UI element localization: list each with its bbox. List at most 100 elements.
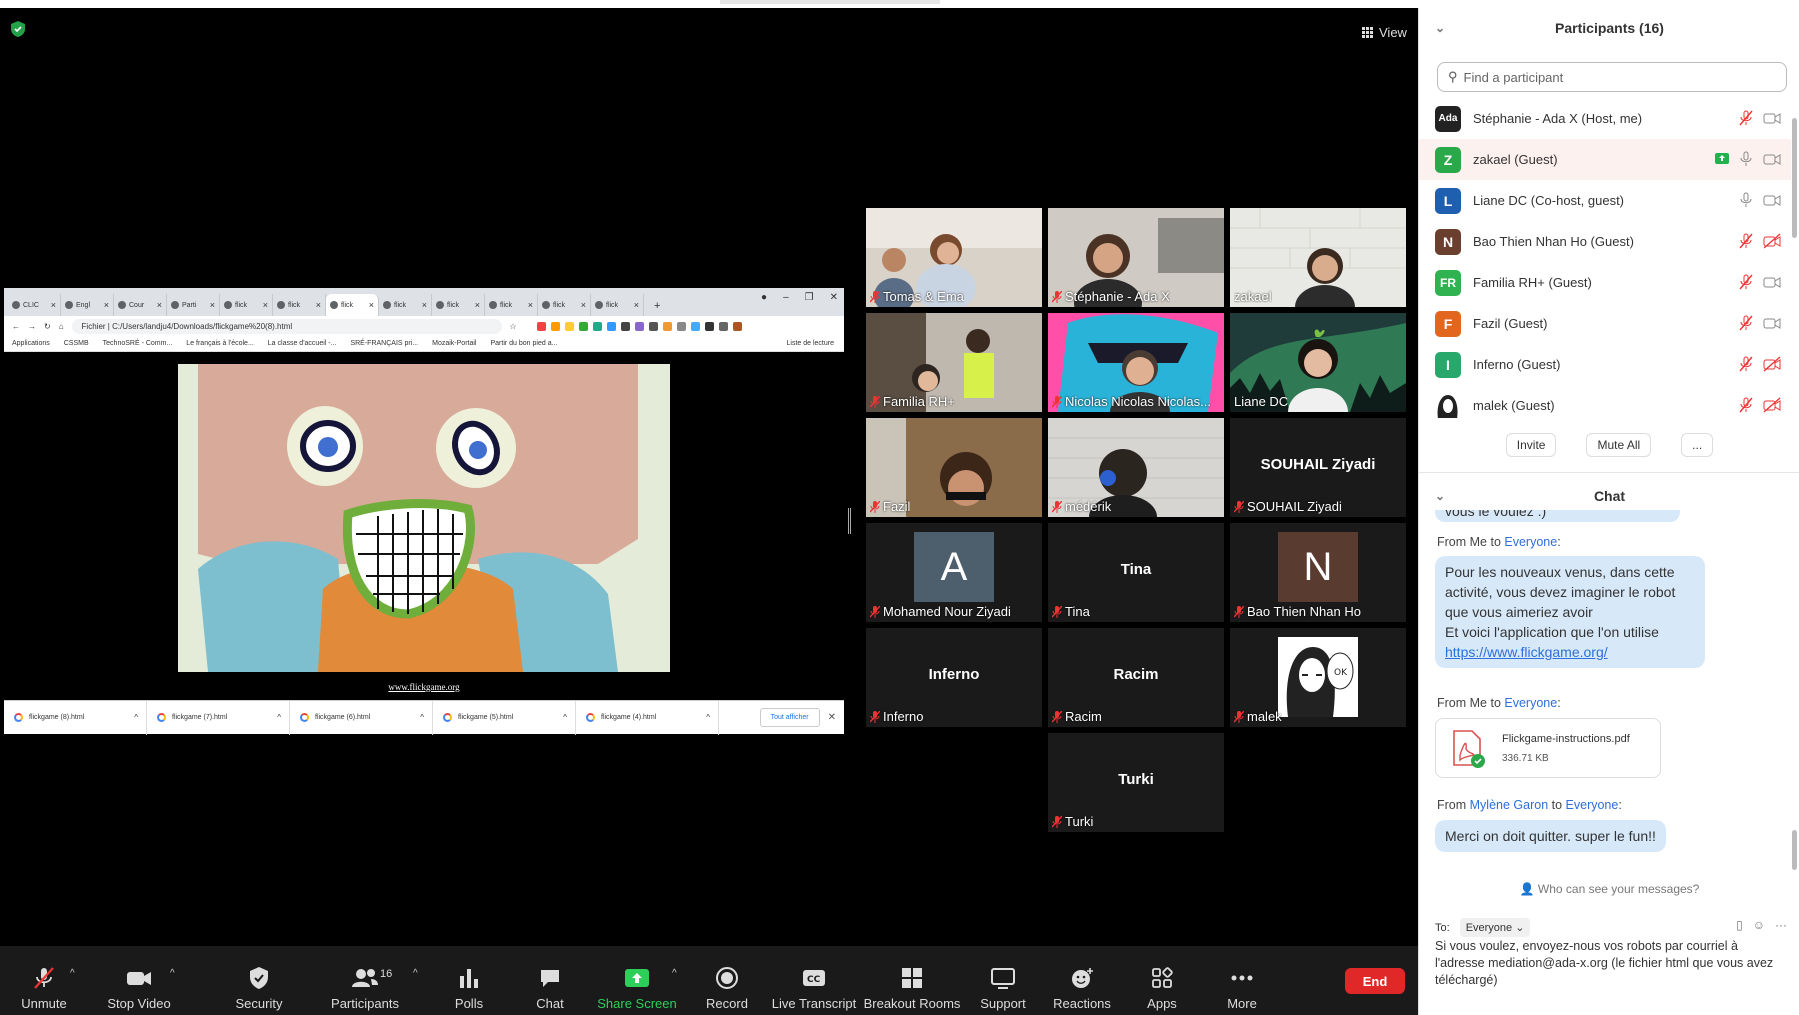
participant-row[interactable]: Z zakael (Guest) bbox=[1419, 139, 1791, 180]
url-field[interactable]: Fichier | C:/Users/landju4/Downloads/fli… bbox=[71, 318, 502, 334]
browser-tab[interactable]: flick × bbox=[591, 294, 644, 316]
browser-tab[interactable]: CLIC × bbox=[8, 294, 61, 316]
security-button[interactable]: Security bbox=[234, 946, 284, 1015]
apps-button[interactable]: Apps bbox=[1146, 946, 1178, 1015]
browser-tab[interactable]: flick × bbox=[538, 294, 591, 316]
support-button[interactable]: Support bbox=[978, 946, 1028, 1015]
chevron-up-icon[interactable]: ^ bbox=[134, 713, 138, 722]
collapse-chevron-down-icon[interactable]: ⌄ bbox=[1435, 21, 1445, 35]
chevron-up-icon[interactable]: ^ bbox=[563, 713, 567, 722]
mic-muted-icon[interactable] bbox=[1739, 110, 1753, 126]
download-item[interactable]: flickgame (8).html ^ bbox=[4, 700, 147, 735]
video-camera-icon[interactable] bbox=[1763, 151, 1781, 167]
mute-all-button[interactable]: Mute All bbox=[1586, 433, 1652, 457]
video-off-icon[interactable] bbox=[1763, 233, 1781, 249]
video-tile[interactable]: OK malek bbox=[1230, 628, 1406, 727]
bookmark[interactable]: CSSMB bbox=[64, 340, 89, 347]
participant-row[interactable]: Ada Stéphanie - Ada X (Host, me) bbox=[1419, 98, 1791, 139]
bookmark[interactable]: SRÉ-FRANÇAIS pri... bbox=[350, 340, 418, 347]
mic-muted-icon[interactable] bbox=[1739, 397, 1753, 413]
download-item[interactable]: flickgame (6).html ^ bbox=[290, 700, 433, 735]
flickgame-chat-link[interactable]: https://www.flickgame.org/ bbox=[1445, 644, 1608, 660]
back-icon[interactable]: ← bbox=[12, 322, 20, 331]
video-tile[interactable]: Familia RH+ bbox=[866, 313, 1042, 412]
video-tile-active-speaker[interactable]: Liane DC bbox=[1230, 313, 1406, 412]
polls-button[interactable]: Polls bbox=[449, 946, 489, 1015]
file-icon[interactable]: ▯ bbox=[1736, 918, 1743, 932]
live-transcript-button[interactable]: CC Live Transcript bbox=[772, 946, 856, 1015]
bookmark[interactable]: La classe d'accueil -... bbox=[268, 340, 337, 347]
browser-tab[interactable]: Engl × bbox=[61, 294, 114, 316]
close-window-icon[interactable]: ✕ bbox=[830, 292, 838, 303]
browser-tab[interactable]: Parti × bbox=[167, 294, 220, 316]
video-tile[interactable]: Racim Racim bbox=[1048, 628, 1224, 727]
breakout-rooms-button[interactable]: Breakout Rooms bbox=[864, 946, 960, 1015]
close-icon[interactable]: × bbox=[263, 300, 268, 310]
share-screen-button[interactable]: Share Screen bbox=[597, 946, 677, 1015]
video-off-icon[interactable] bbox=[1763, 397, 1781, 413]
forward-icon[interactable]: → bbox=[28, 322, 36, 331]
video-tile[interactable]: médérik bbox=[1048, 418, 1224, 517]
show-all-downloads-button[interactable]: Tout afficher bbox=[759, 708, 820, 727]
audio-options-chevron-up-icon[interactable]: ^ bbox=[70, 968, 75, 979]
video-tile[interactable]: Tomas & Ema bbox=[866, 208, 1042, 307]
video-tile[interactable]: Inferno Inferno bbox=[866, 628, 1042, 727]
video-tile[interactable]: N Bao Thien Nhan Ho bbox=[1230, 523, 1406, 622]
close-icon[interactable]: × bbox=[634, 300, 639, 310]
more-button[interactable]: More bbox=[1224, 946, 1260, 1015]
profile-icon[interactable]: ● bbox=[761, 292, 767, 303]
participant-row[interactable]: F Fazil (Guest) bbox=[1419, 303, 1791, 344]
file-attachment[interactable]: Flickgame-instructions.pdf 336.71 KB bbox=[1435, 718, 1661, 778]
video-camera-icon[interactable] bbox=[1763, 315, 1781, 331]
star-icon[interactable]: ☆ bbox=[510, 322, 517, 331]
browser-tab[interactable]: Cour × bbox=[114, 294, 167, 316]
emoji-icon[interactable]: ☺ bbox=[1753, 918, 1765, 932]
close-icon[interactable]: × bbox=[51, 300, 56, 310]
video-tile[interactable]: zakael bbox=[1230, 208, 1406, 307]
mic-muted-icon[interactable] bbox=[1739, 233, 1753, 249]
mic-muted-icon[interactable] bbox=[1739, 315, 1753, 331]
video-tile[interactable]: Fazil bbox=[866, 418, 1042, 517]
mic-muted-icon[interactable] bbox=[1739, 356, 1753, 372]
encryption-shield-icon[interactable] bbox=[10, 20, 26, 38]
invite-button[interactable]: Invite bbox=[1505, 433, 1557, 457]
browser-tab[interactable]: flick × bbox=[220, 294, 273, 316]
minimize-icon[interactable]: – bbox=[783, 292, 789, 303]
bookmark[interactable]: Le français à l'école... bbox=[186, 340, 253, 347]
close-icon[interactable]: × bbox=[475, 300, 480, 310]
browser-tab[interactable]: flick × bbox=[379, 294, 432, 316]
participant-search[interactable]: ⚲ bbox=[1437, 62, 1787, 92]
end-meeting-button[interactable]: End bbox=[1345, 968, 1405, 994]
participants-options-chevron-up-icon[interactable]: ^ bbox=[413, 968, 418, 979]
chat-message-input[interactable]: Si vous voulez, envoyez-nous vos robots … bbox=[1435, 938, 1780, 989]
close-icon[interactable]: × bbox=[581, 300, 586, 310]
close-icon[interactable]: × bbox=[422, 300, 427, 310]
video-options-chevron-up-icon[interactable]: ^ bbox=[170, 968, 175, 979]
chevron-up-icon[interactable]: ^ bbox=[706, 713, 710, 722]
record-button[interactable]: Record bbox=[706, 946, 748, 1015]
collapse-chevron-down-icon[interactable]: ⌄ bbox=[1435, 489, 1445, 503]
participant-row[interactable]: L Liane DC (Co-host, guest) bbox=[1419, 180, 1791, 221]
browser-tab[interactable]: flick × bbox=[273, 294, 326, 316]
bookmark-apps[interactable]: Applications bbox=[12, 340, 50, 347]
who-can-see-messages-link[interactable]: 👤 Who can see your messages? bbox=[1419, 882, 1799, 896]
browser-tab[interactable]: flick × bbox=[432, 294, 485, 316]
close-icon[interactable]: × bbox=[369, 300, 374, 310]
video-camera-icon[interactable] bbox=[1763, 110, 1781, 126]
participants-scrollbar[interactable] bbox=[1792, 118, 1797, 238]
participants-button[interactable]: 16 Participants bbox=[329, 946, 401, 1015]
video-tile[interactable]: A Mohamed Nour Ziyadi bbox=[866, 523, 1042, 622]
participant-row[interactable]: FR Familia RH+ (Guest) bbox=[1419, 262, 1791, 303]
new-tab-button[interactable]: + bbox=[654, 300, 660, 312]
participant-row[interactable]: malek (Guest) bbox=[1419, 385, 1791, 418]
mic-icon[interactable] bbox=[1739, 151, 1753, 167]
reload-icon[interactable]: ↻ bbox=[44, 322, 51, 331]
download-item[interactable]: flickgame (7).html ^ bbox=[147, 700, 290, 735]
video-tile[interactable]: Turki Turki bbox=[1048, 733, 1224, 832]
close-icon[interactable]: ✕ bbox=[828, 712, 836, 723]
close-icon[interactable]: × bbox=[316, 300, 321, 310]
chevron-up-icon[interactable]: ^ bbox=[277, 713, 281, 722]
browser-tab-active[interactable]: flick × bbox=[326, 294, 379, 316]
bookmark[interactable]: Partir du bon pied a... bbox=[490, 340, 557, 347]
close-icon[interactable]: × bbox=[104, 300, 109, 310]
